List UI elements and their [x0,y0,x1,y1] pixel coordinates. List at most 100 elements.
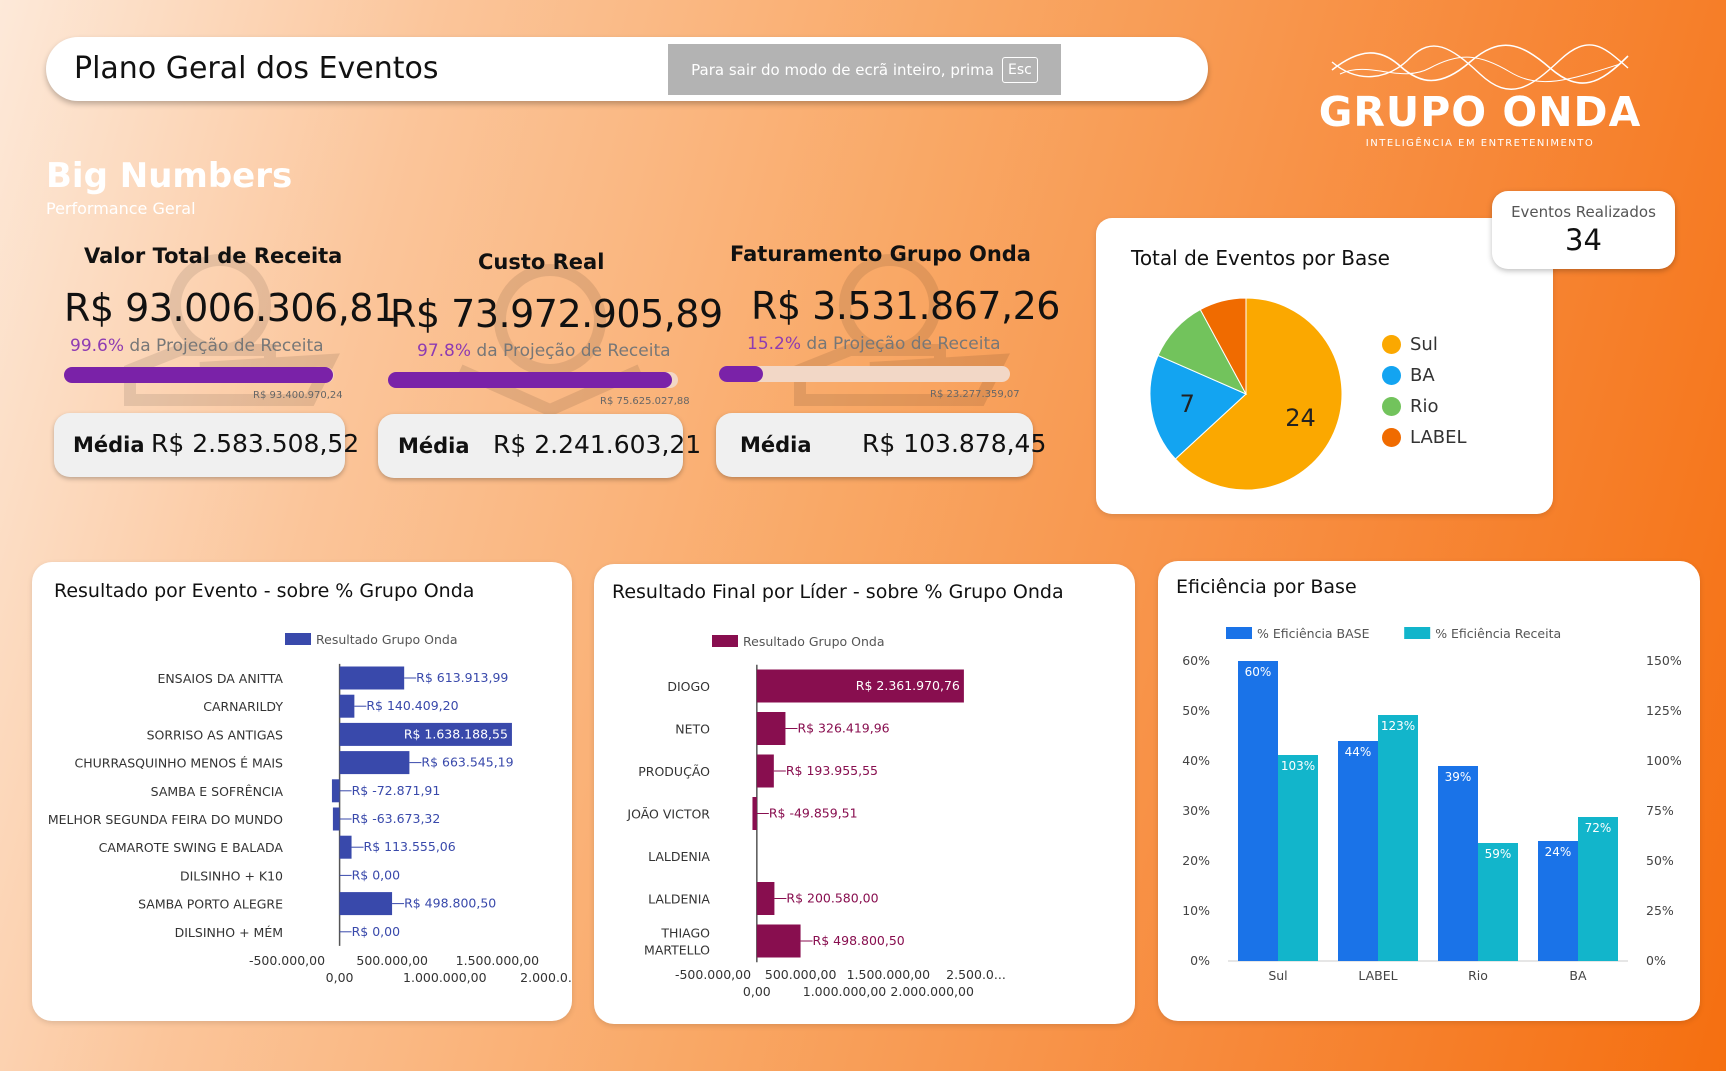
bar-value-label: R$ 140.409,20 [366,698,458,713]
page-title: Plano Geral dos Eventos [74,51,439,86]
bar-chart-eficiencia-base[interactable]: % Eficiência BASE % Eficiência Receita 0% 1… [1158,561,1700,1021]
category-label: CHURRASQUINHO MENOS É MAIS [75,756,284,771]
pie-legend-rio[interactable]: Rio [1382,396,1439,417]
bar [756,882,775,915]
category-label: SORRISO AS ANTIGAS [147,727,283,742]
y-left-tick-label: 40% [1182,753,1210,768]
eventos-realizados-card: Eventos Realizados 34 [1492,191,1675,269]
legend-label: % Eficiência Receita [1435,626,1561,641]
eventos-realizados-value: 34 [1565,223,1602,257]
x-tick-label: 1.000.000,00 [803,984,887,999]
y-right-tick-label: 100% [1646,753,1682,768]
x-tick-label: 2.000.0... [520,970,572,985]
x-tick-label: LABEL [1358,968,1397,983]
category-label: CAMAROTE SWING E BALADA [99,840,284,855]
y-right-tick-label: 25% [1646,903,1674,918]
bar [756,754,774,788]
y-right-tick-label: 0% [1646,953,1666,968]
bar-value-label: R$ -63.673,32 [352,811,441,826]
bar-value-label: R$ 0,00 [352,924,400,939]
category-label: PRODUÇÃO [638,764,710,779]
legend-dot-ba [1382,366,1401,385]
bar [756,924,801,958]
eventos-realizados-label: Eventos Realizados [1511,203,1656,221]
pie-legend-label[interactable]: LABEL [1382,427,1467,448]
bar [332,807,340,831]
kpi-receita-pct-label: da Projeção de Receita [129,336,324,356]
chart-card-eficiencia-base: Eficiência por Base % Eficiência BASE% E… [1158,561,1700,1021]
legend-swatch [712,635,738,647]
kpi-receita-target: R$ 93.400.970,24 [253,390,343,401]
y-left-tick-label: 60% [1182,653,1210,668]
x-tick-label: 500.000,00 [356,953,428,968]
x-tick-label: Sul [1268,968,1287,983]
kpi-custo-progress [388,372,678,388]
kpi-receita-pct: 99.6% da Projeção de Receita [70,336,324,356]
y-left-tick-label: 30% [1182,803,1210,818]
pie-legend-sul[interactable]: Sul [1382,334,1438,355]
bar-value-label: R$ 613.913,99 [416,670,508,685]
kpi-faturamento-title: Faturamento Grupo Onda [730,242,1031,266]
bar [1278,755,1318,961]
bar [339,751,410,775]
bar-value-label: R$ -49.859,51 [769,806,858,821]
category-label: DILSINHO + K10 [180,868,283,883]
kpi-custo-media-value: R$ 2.241.603,21 [493,430,702,459]
x-tick-label: 1.500.000,00 [847,967,931,982]
bar-value-label: R$ 326.419,96 [797,721,889,736]
bar-value-label: 59% [1485,847,1512,861]
big-numbers-title: Big Numbers [46,156,293,196]
bar [339,666,405,690]
hbar-chart-resultado-evento[interactable]: Resultado Grupo Onda ENSAIOS DA ANITTA R$ … [32,562,572,1021]
x-tick-label: -500.000,00 [675,967,751,982]
bar [339,835,352,859]
x-tick-label: 0,00 [326,970,354,985]
esc-key-button[interactable]: Esc [1001,56,1038,83]
money-bag-watermark-icon [124,254,340,406]
bar-value-label: R$ 193.955,55 [786,763,878,778]
y-left-tick-label: 20% [1182,853,1210,868]
kpi-custo-title: Custo Real [478,250,605,274]
category-label: SAMBA PORTO ALEGRE [138,897,283,912]
kpi-faturamento-media-label: Média [740,433,812,457]
kpi-faturamento-progress [719,366,1010,382]
kpi-custo-pct-value: 97.8% [417,341,472,361]
money-hand-watermark-icon [794,254,1010,406]
hbar-chart-resultado-lider[interactable]: Resultado Grupo Onda DIOGO R$ 2.361.970,76… [594,564,1135,1024]
bar-value-label: R$ 2.361.970,76 [856,678,960,693]
chart-card-resultado-evento: Resultado por Evento - sobre % Grupo Ond… [32,562,572,1021]
fullscreen-notice: Para sair do modo de ecrã inteiro, prima… [668,44,1061,95]
bar [1238,661,1278,961]
y-left-tick-label: 50% [1182,703,1210,718]
kpi-custo-value: R$ 73.972.905,89 [390,292,723,336]
pie-chart[interactable]: 24 7 [1146,294,1346,494]
legend-dot-label [1382,428,1401,447]
x-tick-label: 2.000.000,00 [890,984,974,999]
category-label: LALDENIA [648,849,710,864]
bar-value-label: 60% [1245,665,1272,679]
kpi-custo-target: R$ 75.625.027,88 [600,396,690,407]
bar [756,712,786,745]
kpi-custo-pct-label: da Projeção de Receita [476,341,671,361]
category-label: JOÃO VICTOR [626,807,710,822]
y-left-tick-label: 0% [1190,953,1210,968]
pie-legend-ba[interactable]: BA [1382,365,1435,386]
kpi-custo-media-card: Média R$ 2.241.603,21 [378,414,701,478]
bar-value-label: 39% [1445,770,1472,784]
category-label: LALDENIA [648,892,710,907]
bar-value-label: 103% [1281,759,1315,773]
kpi-faturamento-pct-value: 15.2% [747,334,802,354]
legend-dot-rio [1382,397,1401,416]
kpi-faturamento-value: R$ 3.531.867,26 [751,284,1061,328]
bar-value-label: R$ 113.555,06 [364,839,456,854]
bar-value-label: R$ 498.800,50 [404,896,496,911]
legend-label: Resultado Grupo Onda [743,634,885,649]
category-label: MELHOR SEGUNDA FEIRA DO MUNDO [48,812,283,827]
pie-card-eventos-por-base: Total de Eventos por Base 24 7 Sul BA Rio… [1096,218,1553,514]
y-right-tick-label: 75% [1646,803,1674,818]
kpi-faturamento-pct-label: da Projeção de Receita [806,334,1001,354]
legend-swatch [1404,627,1431,639]
kpi-faturamento-pct: 15.2% da Projeção de Receita [747,334,1001,354]
kpi-faturamento-progress-fill [719,366,764,382]
big-numbers-subtitle: Performance Geral [46,199,196,218]
